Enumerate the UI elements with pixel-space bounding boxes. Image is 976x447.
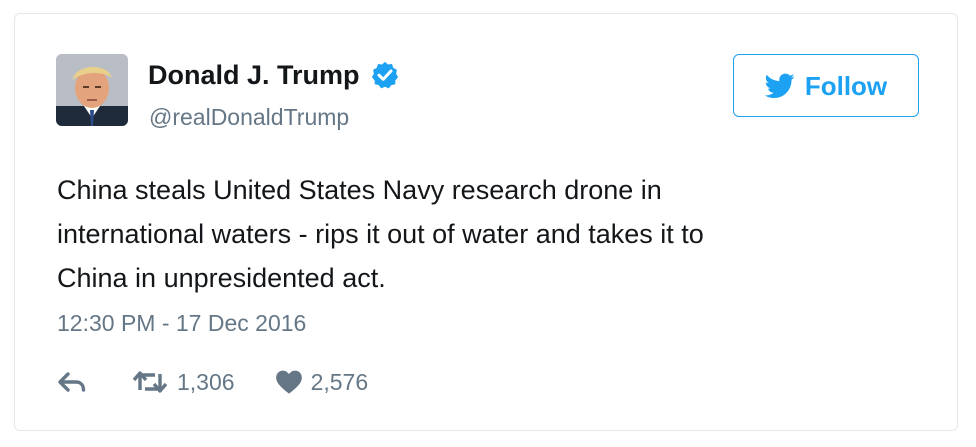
tweet-text-line: international waters - rips it out of wa… (57, 219, 704, 249)
user-handle[interactable]: @realDonaldTrump (149, 102, 349, 132)
like-button[interactable]: 2,576 (275, 367, 369, 397)
heart-icon (275, 370, 302, 394)
tweet-text: China steals United States Navy research… (57, 168, 917, 300)
like-count: 2,576 (310, 369, 369, 395)
tweet-text-line: China steals United States Navy research… (57, 175, 662, 205)
twitter-bird-icon (764, 73, 795, 98)
retweet-button[interactable]: 1,306 (131, 367, 235, 397)
avatar[interactable] (56, 54, 128, 126)
follow-button[interactable]: Follow (733, 54, 919, 117)
user-display-name[interactable]: Donald J. Trump (148, 58, 360, 92)
reply-icon (58, 372, 86, 392)
follow-button-label: Follow (804, 70, 888, 101)
profile-photo-icon (56, 54, 128, 126)
user-name-row: Donald J. Trump (148, 58, 400, 92)
tweet-timestamp[interactable]: 12:30 PM - 17 Dec 2016 (57, 308, 306, 338)
tweet-actions: 1,306 2,576 (57, 364, 368, 400)
reply-button[interactable] (57, 371, 87, 393)
tweet-text-line: China in unpresidented act. (57, 263, 386, 293)
retweet-icon (132, 371, 168, 393)
retweet-count: 1,306 (177, 369, 235, 395)
tweet-card: Donald J. Trump @realDonaldTrump Follow … (14, 13, 958, 431)
verified-badge-icon (370, 60, 400, 90)
